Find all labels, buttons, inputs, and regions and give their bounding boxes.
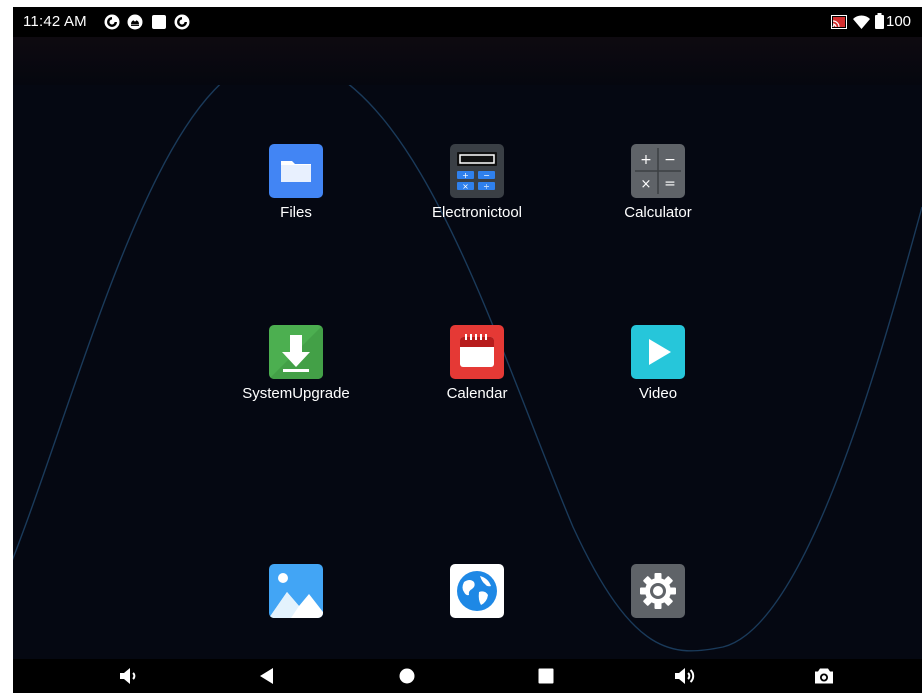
play-icon: [631, 325, 685, 379]
svg-text:−: −: [664, 152, 676, 168]
electronic-tool-icon: + − × ÷: [450, 144, 504, 198]
top-shade: [13, 37, 922, 85]
recents-icon[interactable]: [526, 659, 566, 693]
globe-icon: [450, 564, 504, 618]
svg-text:÷: ÷: [483, 182, 490, 191]
app-calculator[interactable]: + − × = Calculator: [583, 144, 733, 221]
app-files[interactable]: Files: [221, 144, 371, 221]
svg-text:×: ×: [641, 177, 652, 192]
camera-icon[interactable]: [804, 659, 844, 693]
android-robot-icon: [127, 14, 143, 30]
svg-text:+: +: [640, 152, 652, 168]
navigation-bar: [13, 659, 922, 693]
app-label: Calculator: [624, 204, 692, 221]
app-label: Electronictool: [431, 204, 523, 221]
download-arrow-icon: [269, 325, 323, 379]
cast-icon: [831, 15, 847, 29]
home-icon[interactable]: [387, 659, 427, 693]
app-calendar[interactable]: Calendar: [402, 325, 552, 402]
folder-icon: [269, 144, 323, 198]
calculator-icon: + − × =: [631, 144, 685, 198]
svg-text:−: −: [483, 171, 490, 180]
battery-icon: [875, 13, 884, 29]
back-icon[interactable]: [247, 659, 287, 693]
battery-percentage: 100: [886, 13, 912, 30]
volume-down-icon[interactable]: [108, 659, 148, 693]
app-label: Video: [638, 385, 678, 402]
app-systemupgrade[interactable]: SystemUpgrade: [221, 325, 371, 402]
status-time: 11:42 AM: [23, 13, 87, 30]
status-bar: 11:42 AM 100: [13, 7, 922, 37]
app-label: Calendar: [446, 385, 508, 402]
sync-icon: [174, 14, 190, 30]
svg-text:+: +: [462, 171, 469, 180]
app-video[interactable]: Video: [583, 325, 733, 402]
app-browser[interactable]: [402, 564, 552, 618]
svg-text:×: ×: [462, 182, 469, 191]
sync-icon: [104, 14, 120, 30]
settings-gear-icon: [631, 564, 685, 618]
volume-up-icon[interactable]: [665, 659, 705, 693]
square-notification-icon: [152, 15, 166, 29]
app-electronictool[interactable]: + − × ÷ Electronictool: [402, 144, 552, 221]
app-label: Files: [280, 204, 312, 221]
gallery-icon: [269, 564, 323, 618]
calendar-icon: [450, 325, 504, 379]
device-screen: 11:42 AM 100 Files + − × ÷ Electronictoo…: [13, 7, 922, 693]
app-settings[interactable]: [583, 564, 733, 618]
svg-text:=: =: [664, 176, 676, 192]
wifi-icon: [853, 15, 870, 29]
app-gallery[interactable]: [221, 564, 371, 618]
app-label: SystemUpgrade: [242, 385, 350, 402]
